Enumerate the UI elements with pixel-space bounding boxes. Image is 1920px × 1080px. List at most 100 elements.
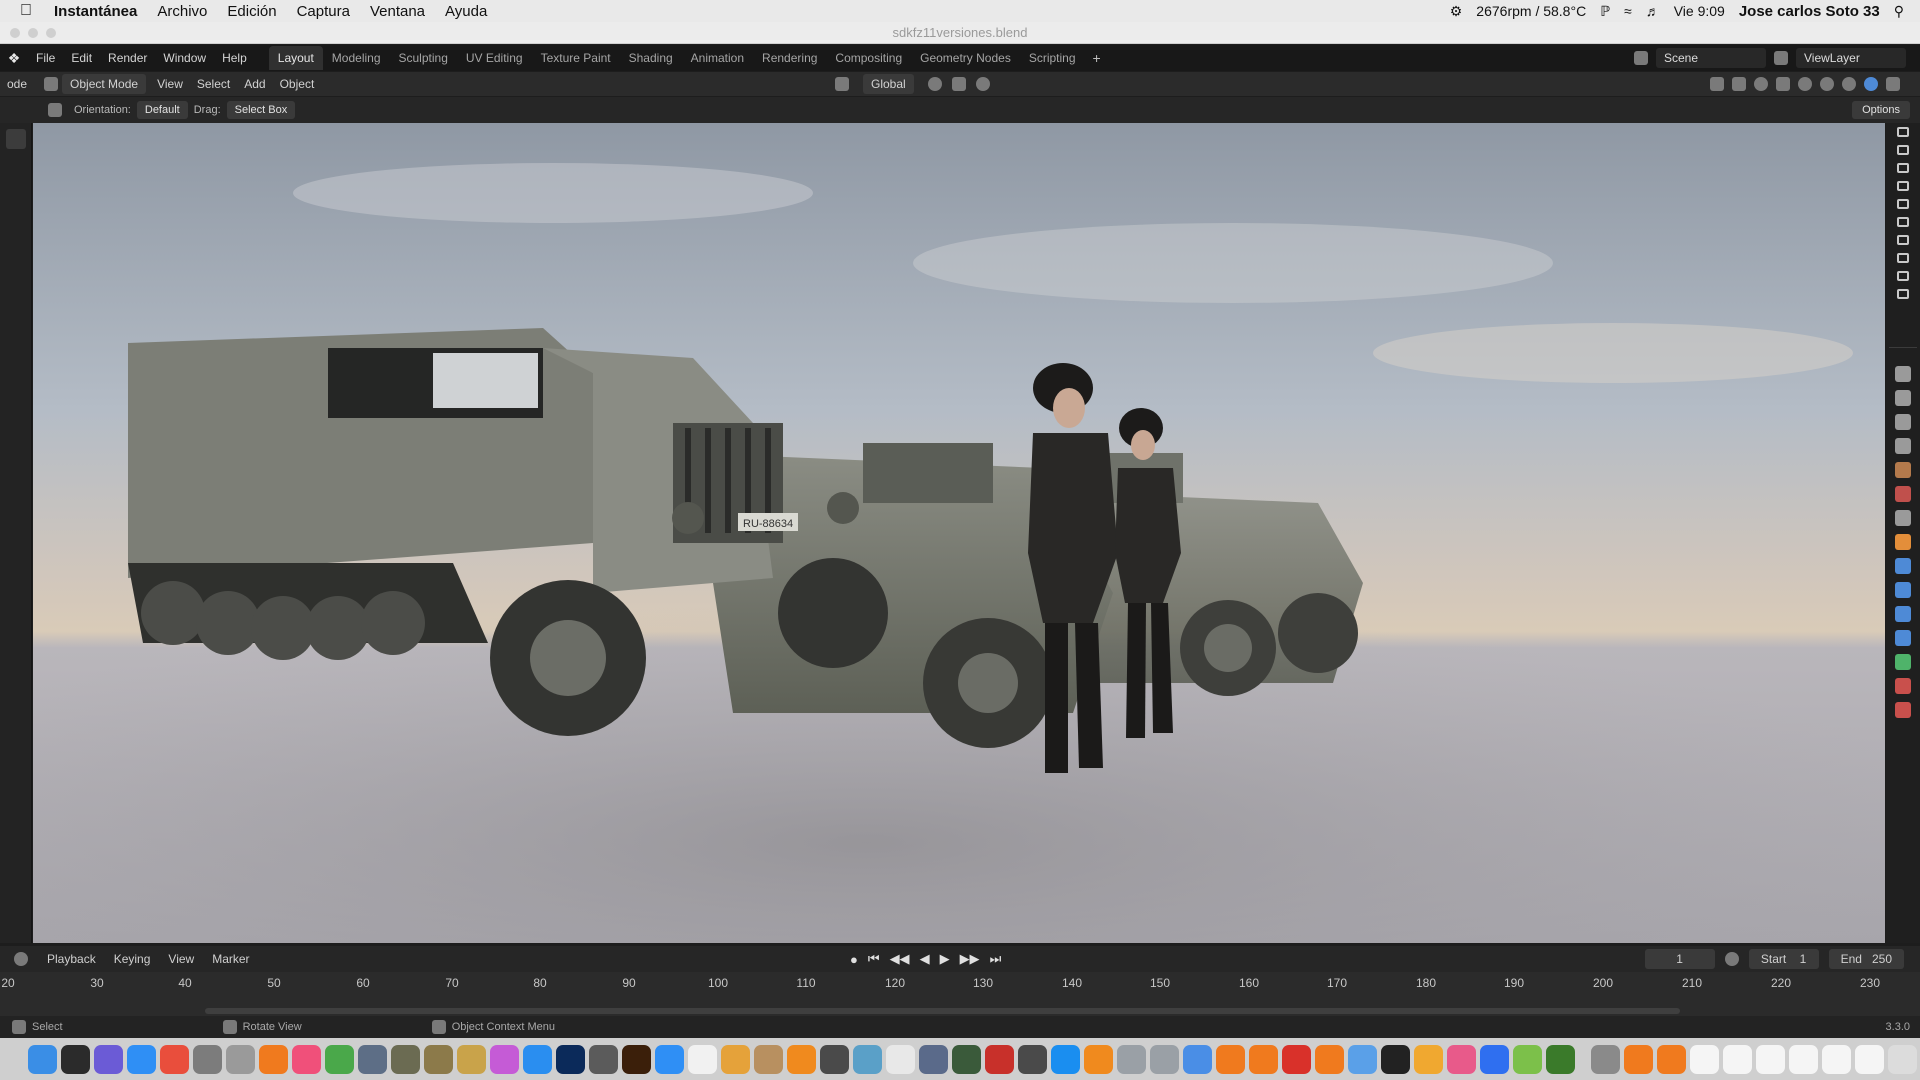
app-icon[interactable] [1348,1044,1377,1074]
play-icon[interactable]: ▶ [940,951,950,967]
current-frame-field[interactable]: 1 [1644,949,1715,969]
app-icon[interactable] [919,1044,948,1074]
blender-dock-icon[interactable] [1315,1044,1344,1074]
app-icon[interactable] [820,1044,849,1074]
app-icon[interactable] [1183,1044,1212,1074]
camera-icon[interactable] [1897,199,1909,209]
play-reverse-icon[interactable]: ◀ [920,951,930,967]
view-layer-field[interactable]: ViewLayer [1796,48,1906,68]
render-properties-icon[interactable] [1895,390,1911,406]
timeline-scrollbar[interactable] [205,1008,1680,1014]
menu-object[interactable]: Object [273,77,322,91]
output-properties-icon[interactable] [1895,414,1911,430]
camera-icon[interactable] [1897,217,1909,227]
visibility-icon[interactable] [1710,77,1724,91]
object-properties-icon[interactable] [1895,534,1911,550]
app-icon[interactable] [424,1044,453,1074]
app-icon[interactable] [1546,1044,1575,1074]
tab-texture-paint[interactable]: Texture Paint [532,46,620,70]
tab-sculpting[interactable]: Sculpting [390,46,457,70]
pause-render-icon[interactable] [1886,77,1900,91]
constraint-properties-icon[interactable] [1895,630,1911,646]
view-layer-properties-icon[interactable] [1895,438,1911,454]
menu-app-name[interactable]: Instantánea [52,3,147,20]
overlays-icon[interactable] [1754,77,1768,91]
tool-properties-icon[interactable] [1895,366,1911,382]
menu-window[interactable]: Window [155,51,214,65]
chrome-icon[interactable] [160,1044,189,1074]
camera-icon[interactable] [1897,271,1909,281]
blender-dock-icon[interactable] [1216,1044,1245,1074]
scene-properties-icon[interactable] [1895,462,1911,478]
document-icon[interactable] [1756,1044,1785,1074]
camera-icon[interactable] [1897,163,1909,173]
blender-logo-icon[interactable]: ❖ [0,50,28,67]
menu-archivo[interactable]: Archivo [147,3,217,20]
jump-start-icon[interactable]: ⏮ [868,951,880,967]
app-icon[interactable] [721,1044,750,1074]
folder-icon[interactable] [1657,1044,1686,1074]
android-icon[interactable] [1513,1044,1542,1074]
camera-icon[interactable] [1897,145,1909,155]
scene-field[interactable]: Scene [1656,48,1766,68]
app-icon[interactable] [1282,1044,1311,1074]
camera-icon[interactable] [1897,181,1909,191]
previous-keyframe-icon[interactable]: ◀◀ [890,951,910,967]
gizmo-icon[interactable] [1732,77,1746,91]
tab-animation[interactable]: Animation [682,46,753,70]
app-icon[interactable] [886,1044,915,1074]
volume-icon[interactable]: ♬ [1646,3,1660,19]
physics-properties-icon[interactable] [1895,606,1911,622]
bluetooth-icon[interactable]: ℙ [1600,3,1610,20]
menu-keying[interactable]: Keying [105,952,160,966]
menu-help[interactable]: Help [214,51,255,65]
add-workspace-button[interactable]: + [1085,50,1109,66]
material-properties-icon[interactable] [1895,678,1911,694]
tab-rendering[interactable]: Rendering [753,46,826,70]
menu-marker[interactable]: Marker [203,952,258,966]
spotlight-search-icon[interactable]: ⚲ [1894,3,1904,20]
document-icon[interactable] [1855,1044,1884,1074]
menu-file[interactable]: File [28,51,63,65]
app-icon[interactable] [193,1044,222,1074]
app-icon[interactable] [853,1044,882,1074]
app-icon[interactable] [1414,1044,1443,1074]
app-icon[interactable] [1117,1044,1146,1074]
tab-scripting[interactable]: Scripting [1020,46,1085,70]
wireframe-shading-icon[interactable] [1798,77,1812,91]
illustrator-icon[interactable] [622,1044,651,1074]
trash-icon[interactable] [1888,1044,1917,1074]
clock[interactable]: Vie 9:09 [1674,3,1725,19]
tab-shading[interactable]: Shading [620,46,682,70]
toolbar-toggle-icon[interactable] [5,129,26,149]
proportional-editing-icon[interactable] [975,77,990,91]
menu-select[interactable]: Select [190,77,237,91]
solid-shading-icon[interactable] [1820,77,1834,91]
document-icon[interactable] [1723,1044,1752,1074]
vlc-icon[interactable] [787,1044,816,1074]
menu-edit[interactable]: Edit [63,51,100,65]
tab-geometry-nodes[interactable]: Geometry Nodes [911,46,1020,70]
menu-add[interactable]: Add [237,77,272,91]
photoshop-icon[interactable] [556,1044,585,1074]
firefox-icon[interactable] [259,1044,288,1074]
orientation-dropdown[interactable]: Default [136,101,188,119]
camera-icon[interactable] [1897,127,1909,137]
menu-ayuda[interactable]: Ayuda [435,3,497,20]
music-icon[interactable] [292,1044,321,1074]
snap-icon[interactable] [951,77,966,91]
safari-icon[interactable] [127,1044,156,1074]
modifier-properties-icon[interactable] [1895,558,1911,574]
transform-tool-icon[interactable] [48,103,62,117]
tab-layout[interactable]: Layout [268,46,323,70]
particle-properties-icon[interactable] [1895,582,1911,598]
options-dropdown[interactable]: Options [1852,101,1910,119]
3d-viewport[interactable]: RU-88634 [33,123,1885,943]
app-icon[interactable] [391,1044,420,1074]
utorrent-icon[interactable] [325,1044,354,1074]
tab-compositing[interactable]: Compositing [826,46,911,70]
app-store-icon[interactable] [655,1044,684,1074]
document-icon[interactable] [1789,1044,1818,1074]
wifi-icon[interactable]: ≈ [1624,3,1632,19]
preview-range-icon[interactable] [1724,952,1739,966]
